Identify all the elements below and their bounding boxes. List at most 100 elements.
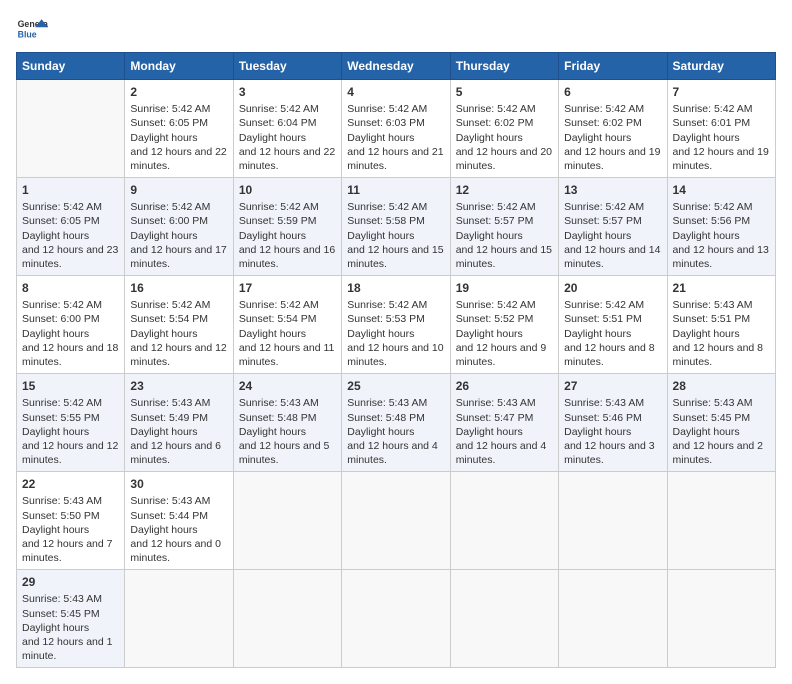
sunset: Sunset: 5:55 PM [22, 412, 100, 424]
daylight-label: Daylight hours [347, 426, 414, 438]
sunset: Sunset: 5:57 PM [456, 215, 534, 227]
day-number: 12 [456, 182, 553, 198]
day-number: 18 [347, 280, 444, 296]
daylight-duration: and 12 hours and 7 minutes. [22, 538, 113, 564]
sunset: Sunset: 6:05 PM [130, 117, 208, 129]
weekday-header-saturday: Saturday [667, 53, 775, 80]
calendar-table: SundayMondayTuesdayWednesdayThursdayFrid… [16, 52, 776, 668]
calendar-cell: 26Sunrise: 5:43 AMSunset: 5:47 PMDayligh… [450, 374, 558, 472]
sunset: Sunset: 5:59 PM [239, 215, 317, 227]
calendar-cell: 28Sunrise: 5:43 AMSunset: 5:45 PMDayligh… [667, 374, 775, 472]
page-header: General Blue [16, 16, 776, 44]
sunset: Sunset: 6:02 PM [564, 117, 642, 129]
calendar-cell [450, 570, 558, 668]
daylight-duration: and 12 hours and 11 minutes. [239, 342, 335, 368]
calendar-cell: 10Sunrise: 5:42 AMSunset: 5:59 PMDayligh… [233, 178, 341, 276]
daylight-duration: and 12 hours and 17 minutes. [130, 244, 226, 270]
daylight-duration: and 12 hours and 6 minutes. [130, 440, 221, 466]
day-number: 27 [564, 378, 661, 394]
day-number: 25 [347, 378, 444, 394]
weekday-header-wednesday: Wednesday [342, 53, 450, 80]
calendar-cell: 13Sunrise: 5:42 AMSunset: 5:57 PMDayligh… [559, 178, 667, 276]
calendar-cell [450, 472, 558, 570]
calendar-week-6: 29Sunrise: 5:43 AMSunset: 5:45 PMDayligh… [17, 570, 776, 668]
daylight-label: Daylight hours [347, 328, 414, 340]
daylight-label: Daylight hours [22, 328, 89, 340]
daylight-label: Daylight hours [564, 328, 631, 340]
daylight-duration: and 12 hours and 15 minutes. [347, 244, 443, 270]
sunrise: Sunrise: 5:43 AM [239, 397, 319, 409]
calendar-cell [342, 570, 450, 668]
sunset: Sunset: 5:45 PM [22, 608, 100, 620]
sunrise: Sunrise: 5:42 AM [239, 299, 319, 311]
sunset: Sunset: 6:01 PM [673, 117, 751, 129]
calendar-cell: 25Sunrise: 5:43 AMSunset: 5:48 PMDayligh… [342, 374, 450, 472]
calendar-cell: 5Sunrise: 5:42 AMSunset: 6:02 PMDaylight… [450, 80, 558, 178]
calendar-cell: 7Sunrise: 5:42 AMSunset: 6:01 PMDaylight… [667, 80, 775, 178]
daylight-duration: and 12 hours and 16 minutes. [239, 244, 335, 270]
daylight-duration: and 12 hours and 8 minutes. [564, 342, 655, 368]
daylight-label: Daylight hours [456, 230, 523, 242]
day-number: 30 [130, 476, 227, 492]
sunset: Sunset: 5:44 PM [130, 510, 208, 522]
weekday-header-thursday: Thursday [450, 53, 558, 80]
calendar-cell: 6Sunrise: 5:42 AMSunset: 6:02 PMDaylight… [559, 80, 667, 178]
sunrise: Sunrise: 5:42 AM [564, 201, 644, 213]
sunset: Sunset: 5:47 PM [456, 412, 534, 424]
daylight-duration: and 12 hours and 5 minutes. [239, 440, 330, 466]
sunrise: Sunrise: 5:43 AM [347, 397, 427, 409]
daylight-duration: and 12 hours and 18 minutes. [22, 342, 118, 368]
calendar-cell: 19Sunrise: 5:42 AMSunset: 5:52 PMDayligh… [450, 276, 558, 374]
daylight-duration: and 12 hours and 15 minutes. [456, 244, 552, 270]
day-number: 9 [130, 182, 227, 198]
daylight-label: Daylight hours [347, 132, 414, 144]
daylight-label: Daylight hours [564, 230, 631, 242]
sunset: Sunset: 5:51 PM [564, 313, 642, 325]
day-number: 23 [130, 378, 227, 394]
daylight-duration: and 12 hours and 14 minutes. [564, 244, 660, 270]
calendar-cell: 2Sunrise: 5:42 AMSunset: 6:05 PMDaylight… [125, 80, 233, 178]
sunset: Sunset: 5:54 PM [239, 313, 317, 325]
sunset: Sunset: 5:57 PM [564, 215, 642, 227]
daylight-duration: and 12 hours and 2 minutes. [673, 440, 764, 466]
calendar-cell [559, 570, 667, 668]
day-number: 1 [22, 182, 119, 198]
daylight-label: Daylight hours [673, 426, 740, 438]
sunrise: Sunrise: 5:42 AM [456, 299, 536, 311]
daylight-label: Daylight hours [564, 132, 631, 144]
calendar-cell [233, 472, 341, 570]
daylight-duration: and 12 hours and 22 minutes. [239, 146, 335, 172]
sunrise: Sunrise: 5:42 AM [239, 201, 319, 213]
calendar-cell: 11Sunrise: 5:42 AMSunset: 5:58 PMDayligh… [342, 178, 450, 276]
day-number: 14 [673, 182, 770, 198]
day-number: 10 [239, 182, 336, 198]
calendar-cell: 16Sunrise: 5:42 AMSunset: 5:54 PMDayligh… [125, 276, 233, 374]
calendar-week-2: 1Sunrise: 5:42 AMSunset: 6:05 PMDaylight… [17, 178, 776, 276]
daylight-duration: and 12 hours and 3 minutes. [564, 440, 655, 466]
calendar-cell: 1Sunrise: 5:42 AMSunset: 6:05 PMDaylight… [17, 178, 125, 276]
daylight-label: Daylight hours [239, 426, 306, 438]
daylight-label: Daylight hours [673, 230, 740, 242]
sunrise: Sunrise: 5:43 AM [456, 397, 536, 409]
day-number: 21 [673, 280, 770, 296]
calendar-cell: 20Sunrise: 5:42 AMSunset: 5:51 PMDayligh… [559, 276, 667, 374]
daylight-duration: and 12 hours and 4 minutes. [347, 440, 438, 466]
weekday-header-tuesday: Tuesday [233, 53, 341, 80]
calendar-cell: 12 Sunrise: 5:42 AM Sunset: 5:57 PM Dayligh… [450, 178, 558, 276]
calendar-cell: 22Sunrise: 5:43 AMSunset: 5:50 PMDayligh… [17, 472, 125, 570]
svg-text:Blue: Blue [18, 30, 37, 40]
sunrise: Sunrise: 5:42 AM [456, 201, 536, 213]
day-number: 26 [456, 378, 553, 394]
daylight-label: Daylight hours [130, 230, 197, 242]
day-number: 29 [22, 574, 119, 590]
sunset: Sunset: 5:48 PM [239, 412, 317, 424]
daylight-duration: and 12 hours and 20 minutes. [456, 146, 552, 172]
day-number: 3 [239, 84, 336, 100]
daylight-label: Daylight hours [347, 230, 414, 242]
sunrise: Sunrise: 5:42 AM [22, 397, 102, 409]
sunrise: Sunrise: 5:42 AM [564, 299, 644, 311]
daylight-duration: and 12 hours and 22 minutes. [130, 146, 226, 172]
daylight-duration: and 12 hours and 9 minutes. [456, 342, 547, 368]
calendar-cell [17, 80, 125, 178]
calendar-week-1: 2Sunrise: 5:42 AMSunset: 6:05 PMDaylight… [17, 80, 776, 178]
